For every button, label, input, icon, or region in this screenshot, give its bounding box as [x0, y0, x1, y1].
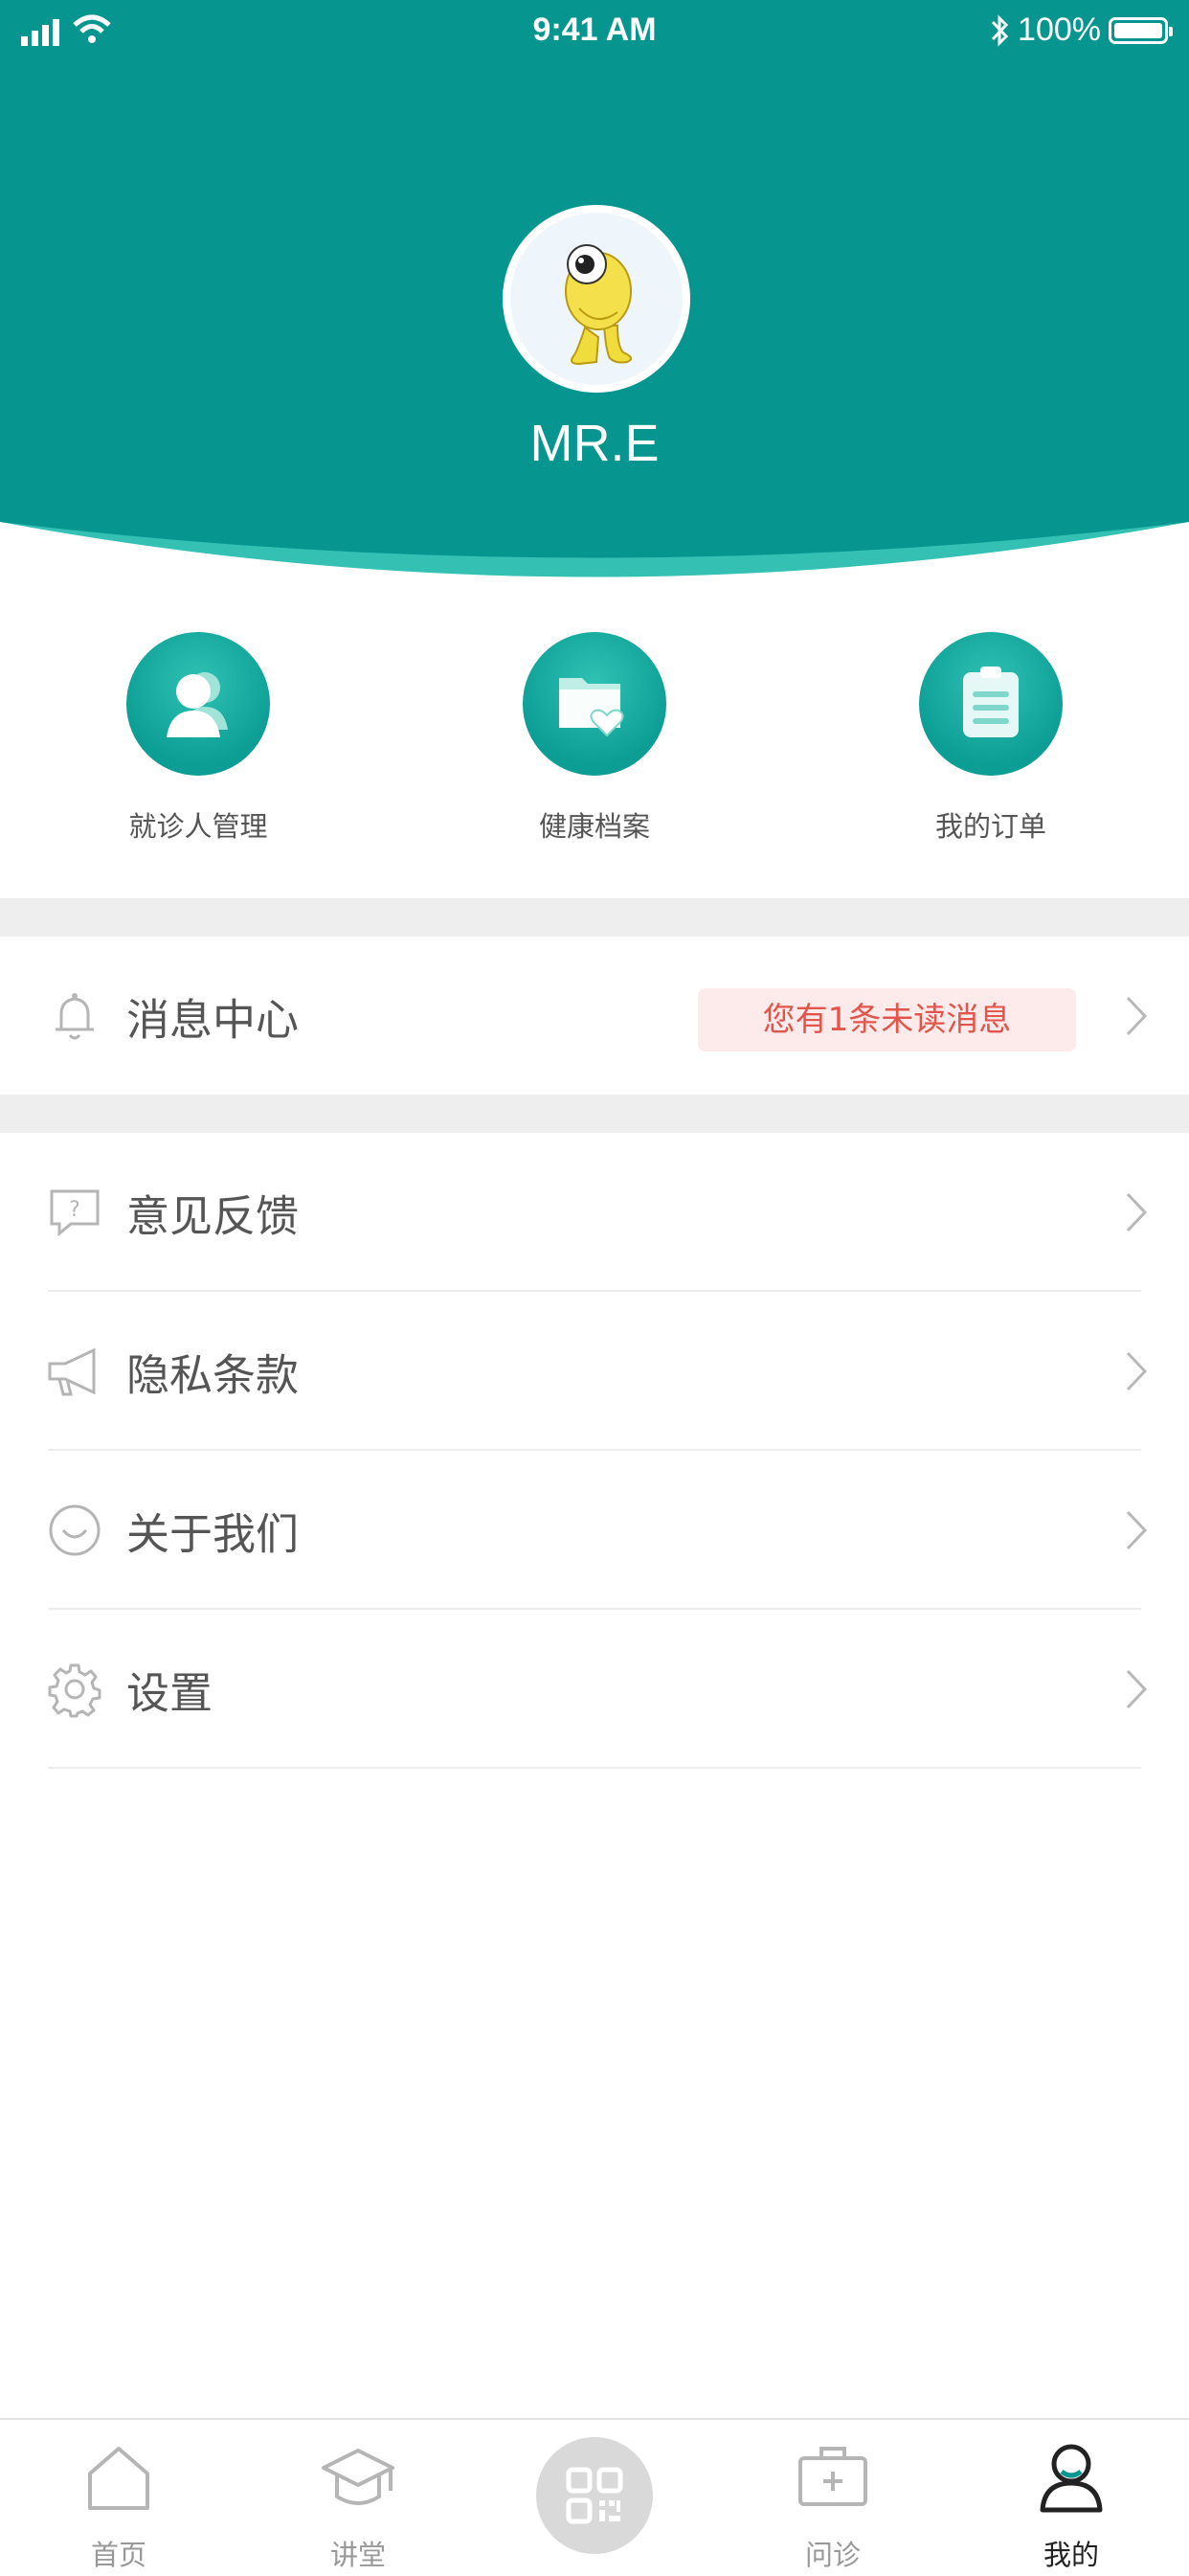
- unread-badge: 您有1条未读消息: [698, 988, 1076, 1051]
- patients-icon: [126, 632, 270, 776]
- username: MR.E: [529, 415, 660, 472]
- message-center-label: 消息中心: [126, 994, 300, 1046]
- menu-item-feedback[interactable]: ? 意见反馈: [0, 1133, 1189, 1292]
- gear-icon: [48, 1663, 101, 1718]
- home-icon: [88, 2447, 149, 2510]
- avatar[interactable]: [503, 205, 690, 393]
- menu-item-settings[interactable]: 设置: [0, 1610, 1189, 1769]
- tab-mine[interactable]: 我的: [976, 2420, 1167, 2576]
- user-icon: [1040, 2444, 1103, 2513]
- bluetooth-icon: [991, 13, 1009, 47]
- tab-home[interactable]: 首页: [23, 2420, 214, 2576]
- bell-icon: [56, 993, 94, 1040]
- smile-icon: [49, 1504, 101, 1556]
- quick-action-patients[interactable]: 就诊人管理: [74, 632, 323, 845]
- quick-action-label: 健康档案: [538, 810, 650, 843]
- svg-text:?: ?: [69, 1198, 80, 1222]
- mascot-icon: [565, 244, 633, 366]
- tab-label: 我的: [1043, 2539, 1099, 2571]
- chevron-right-icon: [1126, 1510, 1148, 1550]
- section-divider: [0, 1095, 1189, 1133]
- chevron-right-icon: [1126, 1351, 1148, 1391]
- tab-label: 讲堂: [329, 2539, 386, 2571]
- health-folder-icon: [523, 632, 666, 776]
- chevron-right-icon: [1126, 1192, 1148, 1232]
- menu-item-label: 设置: [126, 1667, 213, 1719]
- graduation-cap-icon: [322, 2449, 394, 2505]
- menu-item-label: 意见反馈: [126, 1190, 300, 1242]
- battery-icon: [1109, 16, 1173, 44]
- tab-lecture[interactable]: 讲堂: [262, 2420, 454, 2576]
- clipboard-icon: [919, 632, 1063, 776]
- feedback-icon: ?: [50, 1189, 100, 1237]
- tab-consult[interactable]: 问诊: [737, 2420, 929, 2576]
- quick-action-label: 就诊人管理: [128, 810, 268, 843]
- message-center-row[interactable]: 消息中心 您有1条未读消息: [0, 937, 1189, 1096]
- menu-item-label: 关于我们: [126, 1508, 300, 1560]
- chevron-right-icon: [1126, 1669, 1148, 1709]
- status-bar: 9:41 AM 100%: [0, 0, 1189, 67]
- chevron-right-icon: [1126, 996, 1148, 1036]
- tab-label: 首页: [90, 2539, 146, 2571]
- qr-code-icon: [566, 2467, 623, 2524]
- menu-item-about[interactable]: 关于我们: [0, 1451, 1189, 1610]
- tab-label: 问诊: [804, 2539, 861, 2571]
- status-right: 100%: [989, 11, 1173, 49]
- scan-button[interactable]: [536, 2437, 653, 2554]
- section-divider: [0, 898, 1189, 937]
- quick-action-label: 我的订单: [934, 810, 1046, 843]
- row-separator: [48, 1767, 1141, 1769]
- quick-action-health-record[interactable]: 健康档案: [470, 632, 719, 845]
- menu-item-label: 隐私条款: [126, 1349, 300, 1401]
- menu-item-privacy[interactable]: 隐私条款: [0, 1292, 1189, 1451]
- medical-kit-icon: [798, 2447, 867, 2506]
- megaphone-icon: [48, 1347, 96, 1396]
- quick-action-orders[interactable]: 我的订单: [866, 632, 1115, 845]
- battery-percent: 100%: [1018, 11, 1101, 48]
